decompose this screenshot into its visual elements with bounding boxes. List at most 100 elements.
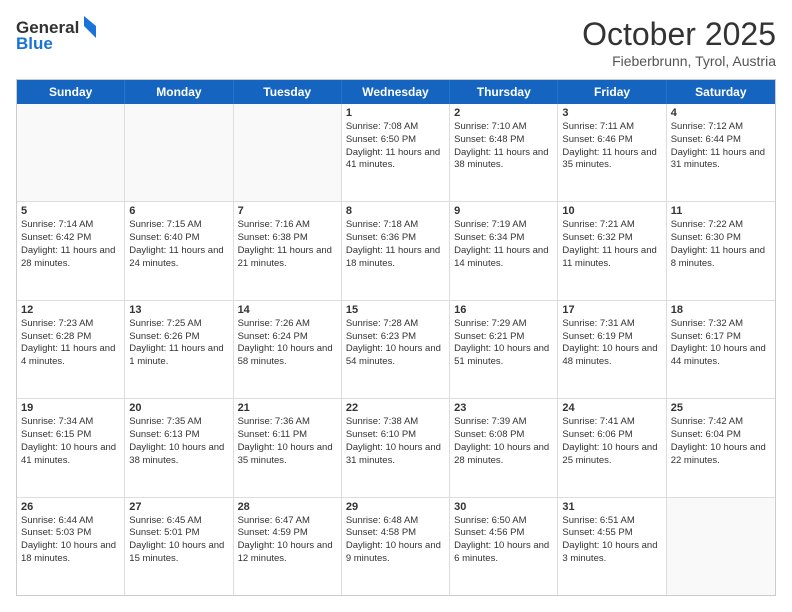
calendar-cell: 7Sunrise: 7:16 AMSunset: 6:38 PMDaylight…	[234, 202, 342, 299]
calendar-cell: 6Sunrise: 7:15 AMSunset: 6:40 PMDaylight…	[125, 202, 233, 299]
daylight-text: Daylight: 11 hours and 1 minute.	[129, 343, 228, 369]
daylight-text: Daylight: 10 hours and 41 minutes.	[21, 442, 120, 468]
sunrise-text: Sunrise: 7:31 AM	[562, 318, 661, 331]
calendar-cell: 21Sunrise: 7:36 AMSunset: 6:11 PMDayligh…	[234, 399, 342, 496]
sunrise-text: Sunrise: 7:11 AM	[562, 121, 661, 134]
sunrise-text: Sunrise: 7:21 AM	[562, 219, 661, 232]
calendar-row: 19Sunrise: 7:34 AMSunset: 6:15 PMDayligh…	[17, 399, 775, 497]
sunrise-text: Sunrise: 7:39 AM	[454, 416, 553, 429]
day-number: 25	[671, 402, 771, 414]
calendar-row: 5Sunrise: 7:14 AMSunset: 6:42 PMDaylight…	[17, 202, 775, 300]
calendar: SundayMondayTuesdayWednesdayThursdayFrid…	[16, 79, 776, 596]
calendar-cell: 27Sunrise: 6:45 AMSunset: 5:01 PMDayligh…	[125, 498, 233, 595]
title-section: October 2025 Fieberbrunn, Tyrol, Austria	[582, 16, 776, 69]
day-number: 22	[346, 402, 445, 414]
weekday-header-saturday: Saturday	[667, 80, 775, 104]
day-number: 19	[21, 402, 120, 414]
daylight-text: Daylight: 11 hours and 38 minutes.	[454, 147, 553, 173]
day-number: 29	[346, 501, 445, 513]
daylight-text: Daylight: 10 hours and 6 minutes.	[454, 540, 553, 566]
day-number: 30	[454, 501, 553, 513]
daylight-text: Daylight: 11 hours and 14 minutes.	[454, 245, 553, 271]
sunrise-text: Sunrise: 7:22 AM	[671, 219, 771, 232]
daylight-text: Daylight: 10 hours and 3 minutes.	[562, 540, 661, 566]
day-number: 31	[562, 501, 661, 513]
calendar-cell: 23Sunrise: 7:39 AMSunset: 6:08 PMDayligh…	[450, 399, 558, 496]
sunset-text: Sunset: 6:50 PM	[346, 134, 445, 147]
sunrise-text: Sunrise: 7:16 AM	[238, 219, 337, 232]
day-number: 23	[454, 402, 553, 414]
sunset-text: Sunset: 4:55 PM	[562, 527, 661, 540]
calendar-cell: 14Sunrise: 7:26 AMSunset: 6:24 PMDayligh…	[234, 301, 342, 398]
daylight-text: Daylight: 11 hours and 8 minutes.	[671, 245, 771, 271]
daylight-text: Daylight: 11 hours and 21 minutes.	[238, 245, 337, 271]
daylight-text: Daylight: 10 hours and 9 minutes.	[346, 540, 445, 566]
daylight-text: Daylight: 10 hours and 35 minutes.	[238, 442, 337, 468]
daylight-text: Daylight: 10 hours and 51 minutes.	[454, 343, 553, 369]
logo: GeneralBlue	[16, 16, 96, 54]
calendar-cell: 29 Sunrise: 6:48 AMSunset: 4:58 PMDayligh…	[342, 498, 450, 595]
daylight-text: Daylight: 11 hours and 4 minutes.	[21, 343, 120, 369]
sunset-text: Sunset: 6:36 PM	[346, 232, 445, 245]
sunrise-text: Sunrise: 7:35 AM	[129, 416, 228, 429]
calendar-cell	[17, 104, 125, 201]
sunset-text: Sunset: 4:59 PM	[238, 527, 337, 540]
svg-text:Blue: Blue	[16, 34, 53, 53]
daylight-text: Daylight: 10 hours and 31 minutes.	[346, 442, 445, 468]
sunset-text: Sunset: 4:58 PM	[346, 527, 445, 540]
calendar-cell: 26Sunrise: 6:44 AMSunset: 5:03 PMDayligh…	[17, 498, 125, 595]
calendar-cell: 24Sunrise: 7:41 AMSunset: 6:06 PMDayligh…	[558, 399, 666, 496]
day-number: 20	[129, 402, 228, 414]
daylight-text: Daylight: 10 hours and 58 minutes.	[238, 343, 337, 369]
month-title: October 2025	[582, 16, 776, 53]
sunrise-text: Sunrise: 7:25 AM	[129, 318, 228, 331]
calendar-cell: 30Sunrise: 6:50 AMSunset: 4:56 PMDayligh…	[450, 498, 558, 595]
calendar-cell: 12Sunrise: 7:23 AMSunset: 6:28 PMDayligh…	[17, 301, 125, 398]
sunset-text: Sunset: 6:11 PM	[238, 429, 337, 442]
calendar-cell: 17Sunrise: 7:31 AMSunset: 6:19 PMDayligh…	[558, 301, 666, 398]
day-number: 27	[129, 501, 228, 513]
calendar-cell: 25Sunrise: 7:42 AMSunset: 6:04 PMDayligh…	[667, 399, 775, 496]
logo-svg: GeneralBlue	[16, 16, 96, 54]
sunset-text: Sunset: 6:42 PM	[21, 232, 120, 245]
day-number: 11	[671, 205, 771, 217]
day-number: 10	[562, 205, 661, 217]
sunset-text: Sunset: 5:03 PM	[21, 527, 120, 540]
calendar-cell: 18Sunrise: 7:32 AMSunset: 6:17 PMDayligh…	[667, 301, 775, 398]
sunrise-text: Sunrise: 7:12 AM	[671, 121, 771, 134]
sunrise-text: Sunrise: 6:48 AM	[346, 515, 445, 528]
sunset-text: Sunset: 6:28 PM	[21, 331, 120, 344]
sunset-text: Sunset: 6:40 PM	[129, 232, 228, 245]
calendar-cell: 22Sunrise: 7:38 AMSunset: 6:10 PMDayligh…	[342, 399, 450, 496]
daylight-text: Daylight: 11 hours and 11 minutes.	[562, 245, 661, 271]
daylight-text: Daylight: 10 hours and 44 minutes.	[671, 343, 771, 369]
calendar-cell: 1Sunrise: 7:08 AMSunset: 6:50 PMDaylight…	[342, 104, 450, 201]
day-number: 17	[562, 304, 661, 316]
sunset-text: Sunset: 6:46 PM	[562, 134, 661, 147]
calendar-cell: 3Sunrise: 7:11 AMSunset: 6:46 PMDaylight…	[558, 104, 666, 201]
sunrise-text: Sunrise: 7:10 AM	[454, 121, 553, 134]
calendar-cell: 19Sunrise: 7:34 AMSunset: 6:15 PMDayligh…	[17, 399, 125, 496]
calendar-cell: 13Sunrise: 7:25 AMSunset: 6:26 PMDayligh…	[125, 301, 233, 398]
calendar-row: 12Sunrise: 7:23 AMSunset: 6:28 PMDayligh…	[17, 301, 775, 399]
daylight-text: Daylight: 10 hours and 22 minutes.	[671, 442, 771, 468]
daylight-text: Daylight: 10 hours and 18 minutes.	[21, 540, 120, 566]
sunrise-text: Sunrise: 7:32 AM	[671, 318, 771, 331]
sunset-text: Sunset: 6:15 PM	[21, 429, 120, 442]
calendar-cell: 16Sunrise: 7:29 AMSunset: 6:21 PMDayligh…	[450, 301, 558, 398]
sunrise-text: Sunrise: 7:26 AM	[238, 318, 337, 331]
calendar-cell: 4Sunrise: 7:12 AMSunset: 6:44 PMDaylight…	[667, 104, 775, 201]
sunset-text: Sunset: 6:24 PM	[238, 331, 337, 344]
calendar-cell: 8Sunrise: 7:18 AMSunset: 6:36 PMDaylight…	[342, 202, 450, 299]
sunset-text: Sunset: 6:21 PM	[454, 331, 553, 344]
sunrise-text: Sunrise: 7:36 AM	[238, 416, 337, 429]
calendar-cell: 31Sunrise: 6:51 AMSunset: 4:55 PMDayligh…	[558, 498, 666, 595]
sunrise-text: Sunrise: 7:38 AM	[346, 416, 445, 429]
day-number: 13	[129, 304, 228, 316]
daylight-text: Daylight: 10 hours and 15 minutes.	[129, 540, 228, 566]
sunset-text: Sunset: 5:01 PM	[129, 527, 228, 540]
sunrise-text: Sunrise: 7:18 AM	[346, 219, 445, 232]
calendar-cell	[234, 104, 342, 201]
sunset-text: Sunset: 6:13 PM	[129, 429, 228, 442]
day-number: 5	[21, 205, 120, 217]
